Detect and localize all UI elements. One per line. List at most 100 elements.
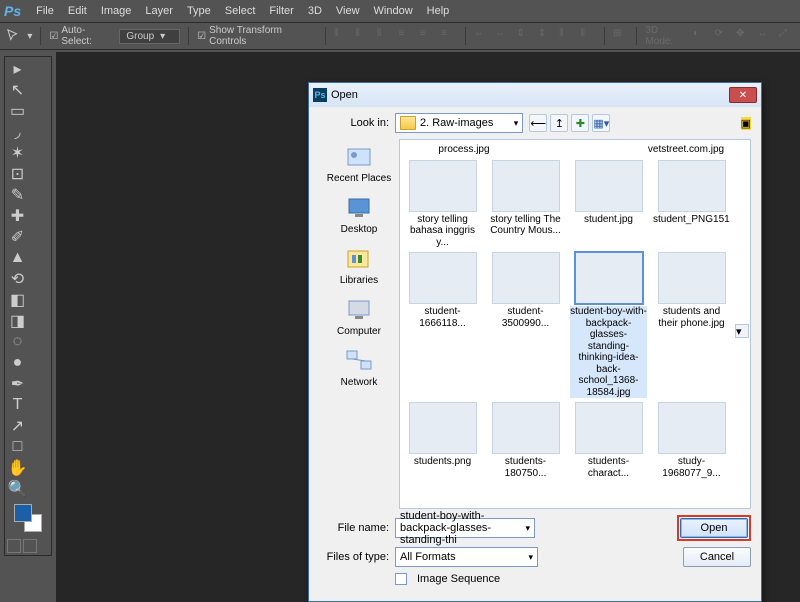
color-swatches[interactable] [7, 504, 49, 532]
menu-filter[interactable]: Filter [262, 2, 300, 20]
marker-icon[interactable]: ▸ [7, 59, 28, 79]
file-caption: students-180750... [487, 456, 564, 479]
file-caption: students-charact... [570, 456, 647, 479]
filetype-label: Files of type: [319, 551, 389, 563]
quickmask-toggle[interactable] [7, 539, 37, 553]
menu-help[interactable]: Help [420, 2, 457, 20]
place-computer[interactable]: Computer [337, 296, 381, 337]
image-sequence-checkbox[interactable] [395, 573, 407, 585]
place-network[interactable]: Network [341, 347, 378, 388]
zoom-tool[interactable]: 🔍 [7, 479, 28, 499]
file-item[interactable]: story telling The Country Mous... [487, 160, 564, 249]
healing-tool[interactable]: ✚ [7, 206, 28, 226]
dialog-close-button[interactable]: ✕ [729, 87, 757, 103]
file-caption: student-1666118... [404, 306, 481, 329]
pen-tool[interactable]: ✒ [7, 374, 28, 394]
file-thumbnail [409, 160, 477, 212]
nav-up-button[interactable]: ↥ [550, 114, 568, 132]
blur-tool[interactable]: ◌ [7, 332, 28, 352]
file-item[interactable]: study-1968077_9... [653, 402, 730, 479]
type-tool[interactable]: T [7, 395, 28, 415]
place-libraries[interactable]: Libraries [340, 245, 378, 286]
align-icon: ≡ [420, 28, 435, 44]
file-header[interactable]: process.jpg [438, 144, 489, 156]
file-item[interactable]: students-180750... [487, 402, 564, 479]
file-item[interactable]: students and their phone.jpg [653, 252, 730, 398]
nav-view-button[interactable]: ▦▾ [592, 114, 610, 132]
file-item[interactable]: student-boy-with-backpack-glasses-standi… [570, 252, 647, 398]
distribute-icon: ⇔ [495, 28, 510, 44]
lasso-tool[interactable]: ◞ [7, 122, 28, 142]
file-caption: student-3500990... [487, 306, 564, 329]
stamp-tool[interactable]: ▲ [7, 248, 28, 268]
file-thumbnail [409, 402, 477, 454]
file-item[interactable]: students.png [404, 402, 481, 479]
file-item[interactable]: students-charact... [570, 402, 647, 479]
history-brush-tool[interactable]: ⟲ [7, 269, 28, 289]
autoalign-icon: ⊞ [613, 28, 628, 44]
open-dialog: Ps Open ✕ Look in: 2. Raw-images ⟵ ↥ ✚ ▦… [308, 82, 762, 602]
scale-3d-icon: ⤢ [779, 28, 794, 44]
file-item[interactable]: student.jpg [570, 160, 647, 249]
hand-tool[interactable]: ✋ [7, 458, 28, 478]
menu-image[interactable]: Image [94, 2, 139, 20]
file-item[interactable]: student-3500990... [487, 252, 564, 398]
filetype-value: All Formats [400, 551, 456, 563]
file-header[interactable]: vetstreet.com.jpg [648, 144, 724, 156]
menu-window[interactable]: Window [367, 2, 420, 20]
file-item[interactable]: student_PNG151... [653, 160, 730, 249]
menu-file[interactable]: File [29, 2, 61, 20]
file-thumbnail [575, 160, 643, 212]
eraser-tool[interactable]: ◧ [7, 290, 28, 310]
adobe-bridge-button[interactable]: ▣ [741, 117, 751, 130]
menu-3d[interactable]: 3D [301, 2, 329, 20]
show-transform-checkbox[interactable]: ☑Show Transform Controls [197, 25, 317, 47]
scroll-down-button[interactable]: ▾ [735, 324, 749, 338]
distribute-icon: ⇔ [474, 28, 489, 44]
file-thumbnail [658, 402, 726, 454]
menu-view[interactable]: View [329, 2, 367, 20]
file-item[interactable]: story telling bahasa inggris y... [404, 160, 481, 249]
filetype-combo[interactable]: All Formats [395, 547, 538, 567]
file-grid: process.jpg vetstreet.com.jpg story tell… [399, 139, 751, 509]
fg-color-swatch[interactable] [14, 504, 32, 522]
file-caption: students.png [414, 456, 471, 468]
nav-newfolder-button[interactable]: ✚ [571, 114, 589, 132]
wand-tool[interactable]: ✶ [7, 143, 28, 163]
menubar: Ps File Edit Image Layer Type Select Fil… [0, 0, 800, 22]
pan-3d-icon: ✥ [736, 28, 751, 44]
shape-tool[interactable]: □ [7, 437, 28, 457]
gradient-tool[interactable]: ◨ [7, 311, 28, 331]
menu-edit[interactable]: Edit [61, 2, 94, 20]
file-caption: story telling The Country Mous... [487, 214, 564, 237]
place-recent[interactable]: Recent Places [327, 143, 391, 184]
eyedropper-tool[interactable]: ✎ [7, 185, 28, 205]
open-button[interactable]: Open [680, 518, 748, 538]
auto-select-checkbox[interactable]: ☑Auto-Select: [49, 25, 113, 47]
file-thumbnail [492, 252, 560, 304]
align-icon: ≡ [398, 28, 413, 44]
menu-select[interactable]: Select [218, 2, 263, 20]
cancel-button[interactable]: Cancel [683, 547, 751, 567]
crop-tool[interactable]: ⊡ [7, 164, 28, 184]
brush-tool[interactable]: ✐ [7, 227, 28, 247]
move-tool[interactable]: ↖ [7, 80, 28, 100]
path-tool[interactable]: ↗ [7, 416, 28, 436]
distribute-icon: ⇕ [538, 28, 553, 44]
file-caption: story telling bahasa inggris y... [404, 214, 481, 249]
look-in-combo[interactable]: 2. Raw-images [395, 113, 523, 133]
mode-3d-label: 3D Mode: [645, 25, 687, 47]
filename-combo[interactable]: student-boy-with-backpack-glasses-standi… [395, 518, 535, 538]
dodge-tool[interactable]: ● [7, 353, 28, 373]
marquee-tool[interactable]: ▭ [7, 101, 28, 121]
menu-layer[interactable]: Layer [138, 2, 180, 20]
file-thumbnail [409, 252, 477, 304]
auto-select-target[interactable]: Group▾ [119, 29, 180, 44]
ps-logo: Ps [4, 3, 21, 19]
file-thumbnail [658, 160, 726, 212]
filename-value: student-boy-with-backpack-glasses-standi… [400, 510, 530, 546]
place-desktop[interactable]: Desktop [341, 194, 378, 235]
menu-type[interactable]: Type [180, 2, 218, 20]
nav-back-button[interactable]: ⟵ [529, 114, 547, 132]
file-item[interactable]: student-1666118... [404, 252, 481, 398]
